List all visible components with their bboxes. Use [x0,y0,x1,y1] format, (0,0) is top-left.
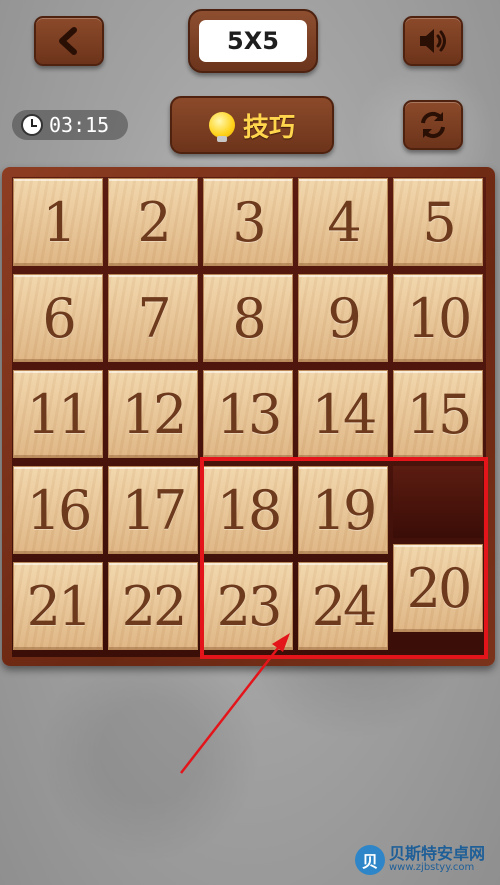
watermark-title: 贝斯特安卓网 [389,844,486,863]
timer-display: 03:15 [12,110,128,140]
puzzle-tile-9[interactable]: 9 [298,274,388,362]
timer-value: 03:15 [49,113,110,137]
puzzle-tile-22[interactable]: 22 [108,562,198,650]
refresh-button[interactable] [403,100,463,150]
refresh-icon [421,111,445,139]
tile-number: 22 [121,574,188,638]
tile-number: 13 [216,382,283,446]
puzzle-tile-1[interactable]: 1 [13,178,103,266]
speaker-icon [420,29,446,53]
tile-number: 17 [121,478,188,542]
chevron-left-icon [59,27,77,55]
sound-button[interactable] [403,16,463,66]
puzzle-tile-5[interactable]: 5 [393,178,483,266]
tile-number: 21 [26,574,93,638]
puzzle-tile-4[interactable]: 4 [298,178,388,266]
puzzle-tile-10[interactable]: 10 [393,274,483,362]
tile-number: 11 [26,382,93,446]
puzzle-tile-17[interactable]: 17 [108,466,198,554]
level-label: 5X5 [199,20,307,62]
tile-number: 1 [42,190,76,254]
tile-number: 5 [422,190,456,254]
watermark: 贝 贝斯特安卓网 www.zjbstyy.com [355,840,485,880]
watermark-logo: 贝 [355,845,385,875]
clock-icon [21,114,43,136]
puzzle-tile-2[interactable]: 2 [108,178,198,266]
puzzle-tile-16[interactable]: 16 [13,466,103,554]
lightbulb-icon [208,112,235,142]
puzzle-tile-6[interactable]: 6 [13,274,103,362]
watermark-url: www.zjbstyy.com [389,862,475,873]
back-button[interactable] [34,16,104,66]
highlight-box [200,457,488,659]
puzzle-tile-21[interactable]: 21 [13,562,103,650]
tile-number: 4 [327,190,361,254]
tile-number: 9 [327,286,361,350]
puzzle-tile-15[interactable]: 15 [393,370,483,458]
puzzle-tile-7[interactable]: 7 [108,274,198,362]
tile-number: 15 [406,382,473,446]
hint-label: 技巧 [242,112,295,143]
puzzle-tile-11[interactable]: 11 [13,370,103,458]
puzzle-tile-12[interactable]: 12 [108,370,198,458]
tile-number: 6 [42,286,76,350]
puzzle-tile-13[interactable]: 13 [203,370,293,458]
hint-button[interactable]: 技巧 [170,96,334,154]
tile-number: 8 [232,286,266,350]
tile-number: 14 [311,382,378,446]
tile-number: 7 [137,286,171,350]
puzzle-tile-8[interactable]: 8 [203,274,293,362]
tile-number: 3 [232,190,266,254]
tile-number: 10 [406,286,473,350]
level-badge: 5X5 [188,9,318,73]
puzzle-tile-14[interactable]: 14 [298,370,388,458]
tile-number: 2 [137,190,171,254]
tile-number: 12 [121,382,188,446]
tile-number: 16 [26,478,93,542]
puzzle-tile-3[interactable]: 3 [203,178,293,266]
